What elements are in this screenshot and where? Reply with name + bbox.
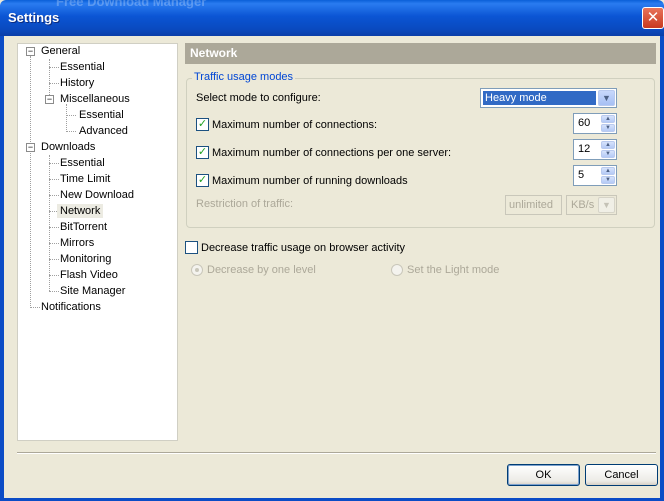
max-running-downloads-stepper[interactable]: 5 ▲ ▼ [573,165,617,186]
tree-item-flash-video[interactable]: Flash Video [60,268,118,282]
ok-button[interactable]: OK [507,464,580,486]
mode-label: Select mode to configure: [196,92,321,104]
tree-item-notifications[interactable]: Notifications [41,300,101,314]
chevron-down-icon[interactable]: ▼ [598,90,615,106]
spin-up-icon[interactable]: ▲ [601,115,615,123]
tree-item-general[interactable]: General [41,44,80,58]
background-window-title: Free Download Manager [56,0,207,9]
tree-line [30,56,31,308]
tree-line [49,291,59,292]
decrease-traffic-label: Decrease traffic usage on browser activi… [201,242,405,254]
tree-line [49,67,59,68]
tree-line [49,195,59,196]
tree-line [49,243,59,244]
tree-line [49,275,59,276]
tree-item-history[interactable]: History [60,76,94,90]
tree-line [66,104,67,132]
max-connections-value: 60 [578,117,591,129]
max-running-downloads-value: 5 [578,169,585,181]
window-frame-left [0,36,4,501]
tree-line [49,227,59,228]
tree-item-site-manager[interactable]: Site Manager [60,284,125,298]
close-icon: ✕ [646,9,660,26]
chevron-down-icon[interactable]: ▼ [598,197,615,213]
max-running-downloads-checkbox[interactable]: ✓ [196,174,209,187]
spin-down-icon[interactable]: ▼ [601,150,615,158]
tree-line [66,131,76,132]
tree-line [49,179,59,180]
restriction-input[interactable]: unlimited [505,195,562,215]
page-title: Network [185,43,656,64]
traffic-modes-legend: Traffic usage modes [192,71,296,83]
tree-item-misc-essential[interactable]: Essential [79,108,124,122]
tree-line [49,259,59,260]
tree-item-monitoring[interactable]: Monitoring [60,252,111,266]
max-running-downloads-label: Maximum number of running downloads [212,175,408,187]
cancel-button[interactable]: Cancel [585,464,658,486]
tree-item-time-limit[interactable]: Time Limit [60,172,110,186]
set-light-mode-label: Set the Light mode [407,264,500,276]
mode-select-value: Heavy mode [483,91,596,105]
collapse-general-icon[interactable]: − [26,47,35,56]
max-connections-stepper[interactable]: 60 ▲ ▼ [573,113,617,134]
decrease-one-level-label: Decrease by one level [207,264,316,276]
tree-line [49,155,50,291]
decrease-one-level-radio[interactable] [191,264,203,276]
close-button[interactable]: ✕ [642,7,664,29]
spin-up-icon[interactable]: ▲ [601,167,615,175]
footer-divider [17,452,656,454]
spin-up-icon[interactable]: ▲ [601,141,615,149]
tree-line [49,83,59,84]
tree-line [49,163,59,164]
spin-down-icon[interactable]: ▼ [601,176,615,184]
tree-item-mirrors[interactable]: Mirrors [60,236,94,250]
collapse-downloads-icon[interactable]: − [26,143,35,152]
tree-line [30,307,40,308]
restriction-unit-value: KB/s [571,199,595,211]
title-bar[interactable]: Free Download Manager Settings ✕ [0,0,664,36]
tree-item-downloads[interactable]: Downloads [41,140,95,154]
tree-item-bittorrent[interactable]: BitTorrent [60,220,107,234]
tree-line [49,59,50,99]
tree-item-new-download[interactable]: New Download [60,188,134,202]
tree-item-network[interactable]: Network [57,204,104,218]
tree-line [66,115,76,116]
max-connections-per-server-label: Maximum number of connections per one se… [212,147,452,159]
restriction-label: Restriction of traffic: [196,198,293,210]
decrease-traffic-checkbox[interactable] [185,241,198,254]
mode-select[interactable]: Heavy mode ▼ [480,88,617,108]
max-connections-per-server-stepper[interactable]: 12 ▲ ▼ [573,139,617,160]
spin-down-icon[interactable]: ▼ [601,124,615,132]
window-title: Settings [8,10,60,25]
restriction-unit-select[interactable]: KB/s ▼ [566,195,617,215]
max-connections-label: Maximum number of connections: [212,119,378,131]
tree-item-miscellaneous[interactable]: Miscellaneous [60,92,130,106]
max-connections-per-server-value: 12 [578,143,591,155]
tree-item-advanced[interactable]: Advanced [79,124,128,138]
max-connections-per-server-checkbox[interactable]: ✓ [196,146,209,159]
settings-tree[interactable]: − − − General Essential History Miscella… [17,43,178,441]
window-frame-right [660,36,664,501]
max-connections-checkbox[interactable]: ✓ [196,118,209,131]
tree-item-general-essential[interactable]: Essential [60,60,105,74]
tree-item-downloads-essential[interactable]: Essential [60,156,105,170]
collapse-miscellaneous-icon[interactable]: − [45,95,54,104]
set-light-mode-radio[interactable] [391,264,403,276]
